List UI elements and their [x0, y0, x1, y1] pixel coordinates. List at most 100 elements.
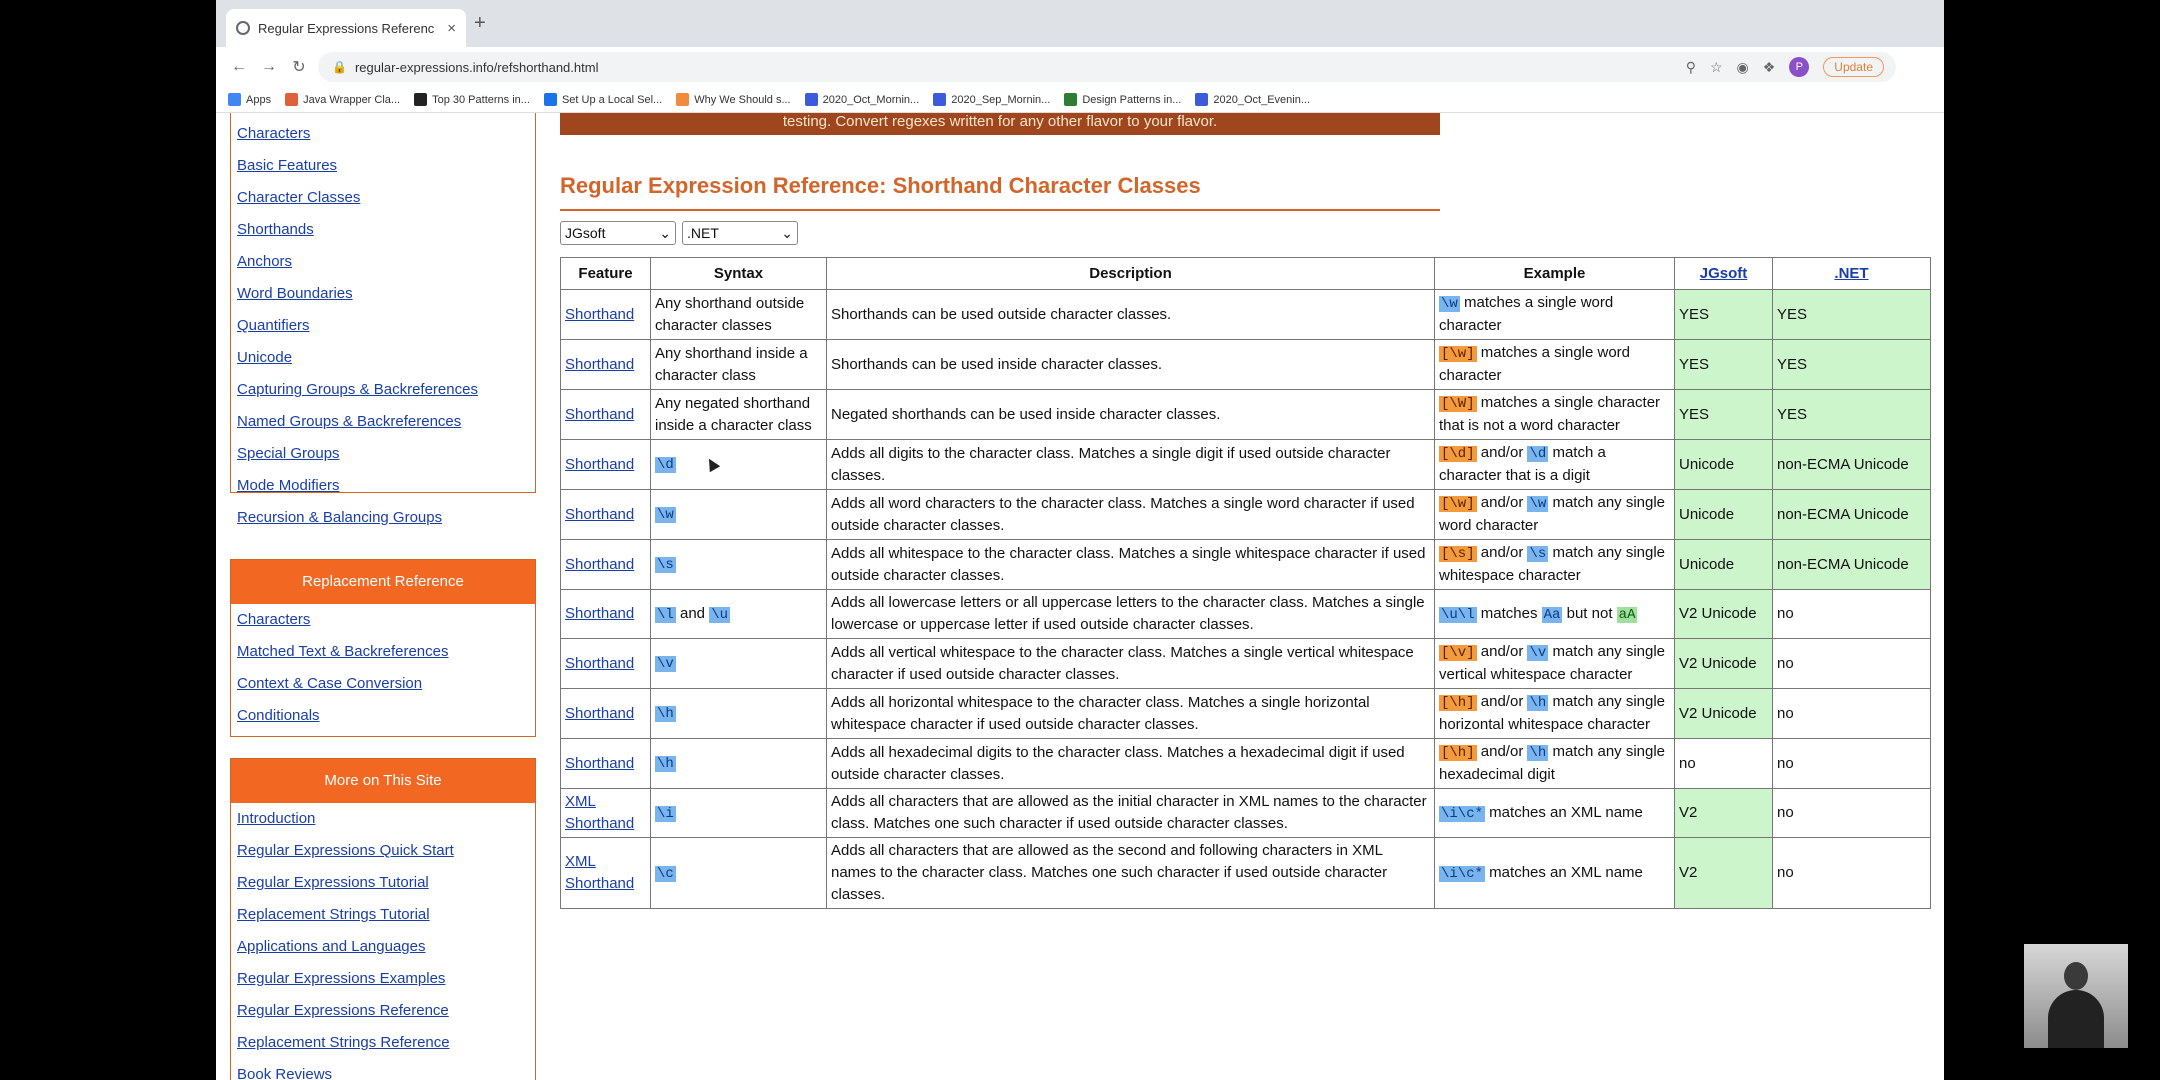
back-icon[interactable]: ← [224, 58, 254, 76]
header-jgsoft-link[interactable]: JGsoft [1700, 265, 1748, 282]
feature-link[interactable]: Shorthand [565, 605, 634, 622]
extension-icon[interactable]: ◉ [1737, 59, 1749, 76]
sidebar-link[interactable]: Regular Expressions Quick Start [231, 835, 535, 867]
description-cell: Adds all digits to the character class. … [826, 439, 1435, 490]
bookmark-item[interactable]: 2020_Oct_Evenin... [1195, 93, 1310, 106]
bookmark-icon [543, 93, 557, 106]
bookmark-item[interactable]: Design Patterns in... [1064, 93, 1181, 106]
sidebar-link[interactable]: Applications and Languages [231, 931, 535, 963]
new-tab-button[interactable]: + [474, 12, 486, 35]
bookmark-item[interactable]: Set Up a Local Sel... [543, 93, 662, 106]
table-row: Shorthand \l and \u Adds all lowercase let… [560, 589, 1931, 639]
code-token: \s [1527, 546, 1549, 562]
sidebar-link[interactable]: Regular Expressions Tutorial [231, 867, 535, 899]
reload-icon[interactable]: ↻ [284, 57, 314, 77]
sidebar-link[interactable]: Regular Expressions Reference [231, 995, 535, 1027]
feature-link[interactable]: Shorthand [565, 456, 634, 473]
sidebar-link[interactable]: Book Reviews [231, 1059, 535, 1080]
bookmark-icon [804, 93, 818, 106]
feature-link[interactable]: Shorthand [565, 755, 634, 772]
feature-link[interactable]: XML Shorthand [565, 793, 634, 832]
star-icon[interactable]: ☆ [1710, 59, 1723, 76]
syntax-cell: \s [650, 539, 827, 590]
flavor-select-2[interactable]: .NET ⌄ [682, 221, 798, 245]
text: Adds all hexadecimal digits to the chara… [831, 743, 1405, 783]
code-token: \w [1527, 496, 1549, 512]
sidebar-link[interactable]: Unicode [231, 342, 535, 374]
sidebar-link[interactable]: Basic Features [231, 150, 535, 182]
feature-link[interactable]: Shorthand [565, 506, 634, 523]
text: matches a single word character [1439, 294, 1614, 334]
feature-cell: Shorthand [560, 589, 651, 639]
table-row: XML Shorthand \c Adds all characters that … [560, 837, 1931, 909]
sidebar-link[interactable]: Capturing Groups & Backreferences [231, 374, 535, 406]
bookmark-item[interactable]: 2020_Oct_Mornin... [804, 93, 919, 106]
feature-link[interactable]: Shorthand [565, 356, 634, 373]
profile-avatar[interactable]: P [1789, 57, 1810, 77]
code-token: Aa [1541, 606, 1563, 623]
sidebar-link[interactable]: Replacement Strings Reference [231, 1027, 535, 1059]
sidebar-link[interactable]: Shorthands [231, 214, 535, 246]
sidebar-link[interactable]: Matched Text & Backreferences [231, 636, 535, 668]
sidebar-link[interactable]: Regular Expressions Examples [231, 963, 535, 995]
code-token: \v [655, 656, 676, 672]
table-row: Shorthand \s Adds all whitespace to the ch… [560, 539, 1931, 590]
browser-tab[interactable]: Regular Expressions Referenc × [226, 9, 466, 47]
sidebar-link[interactable]: Conditionals [231, 700, 535, 732]
address-bar[interactable]: 🔒 regular-expressions.info/refshorthand.… [318, 52, 1896, 82]
text: and [675, 604, 710, 622]
sidebar-link[interactable]: Character Classes [231, 182, 535, 214]
sidebar-link[interactable]: Context & Case Conversion [231, 668, 535, 700]
close-tab-icon[interactable]: × [447, 20, 456, 37]
update-button[interactable]: Update [1823, 57, 1884, 77]
description-cell: Adds all word characters to the characte… [826, 489, 1435, 540]
bookmark-item[interactable]: Apps [228, 93, 271, 106]
sidebar-link[interactable]: Replacement Strings Tutorial [231, 899, 535, 931]
sidebar-link[interactable]: Special Groups [231, 438, 535, 470]
bookmark-item[interactable]: Why We Should s... [676, 93, 791, 106]
globe-icon [236, 21, 250, 35]
feature-link[interactable]: Shorthand [565, 306, 634, 323]
zoom-icon[interactable]: ⚲ [1686, 59, 1696, 76]
bookmark-item[interactable]: Top 30 Patterns in... [414, 93, 530, 106]
syntax-cell: \i [650, 788, 827, 838]
bookmark-icon [676, 93, 690, 106]
chevron-down-icon: ⌄ [781, 224, 793, 241]
text: Adds all characters that are allowed as … [831, 842, 1388, 903]
header-jgsoft[interactable]: JGsoft [1674, 257, 1773, 290]
code-token: [\v] [1439, 645, 1477, 661]
sidebar-link[interactable]: Characters [231, 118, 535, 150]
example-cell: [\d] and/or \d match a character that is… [1434, 439, 1675, 490]
description-cell: Adds all lowercase letters or all upperc… [826, 589, 1435, 639]
forward-icon[interactable]: → [254, 58, 284, 76]
feature-link[interactable]: XML Shorthand [565, 853, 634, 892]
text: and/or [1476, 693, 1528, 710]
feature-link[interactable]: Shorthand [565, 406, 634, 423]
syntax-cell: \c [650, 837, 827, 909]
sidebar-link[interactable]: Characters [231, 604, 535, 636]
header-dotnet-link[interactable]: .NET [1834, 265, 1868, 282]
sidebar-link[interactable]: Word Boundaries [231, 278, 535, 310]
bookmark-item[interactable]: Java Wrapper Cla... [285, 93, 400, 106]
feature-link[interactable]: Shorthand [565, 655, 634, 672]
sidebar-link[interactable]: Mode Modifiers [231, 470, 535, 502]
jgsoft-support-cell: YES [1674, 339, 1773, 390]
dotnet-support-cell: YES [1772, 289, 1931, 340]
flavor-select-1[interactable]: JGsoft ⌄ [560, 221, 676, 245]
feature-cell: Shorthand [560, 738, 651, 789]
code-token: \v [1527, 645, 1549, 661]
puzzle-icon[interactable]: ❖ [1763, 59, 1776, 76]
sidebar-link[interactable]: Named Groups & Backreferences [231, 406, 535, 438]
sidebar-link[interactable]: Introduction [231, 803, 535, 835]
text: but not [1562, 604, 1617, 622]
bookmark-item[interactable]: 2020_Sep_Mornin... [933, 93, 1050, 106]
text: Any shorthand outside character classes [655, 294, 805, 334]
feature-link[interactable]: Shorthand [565, 556, 634, 573]
code-token: \w [1439, 296, 1460, 312]
sidebar-link[interactable]: Quantifiers [231, 310, 535, 342]
sidebar-link[interactable]: Anchors [231, 246, 535, 278]
sidebar-link[interactable]: Recursion & Balancing Groups [231, 502, 535, 534]
description-cell: Adds all whitespace to the character cla… [826, 539, 1435, 590]
header-dotnet[interactable]: .NET [1772, 257, 1931, 290]
feature-link[interactable]: Shorthand [565, 705, 634, 722]
